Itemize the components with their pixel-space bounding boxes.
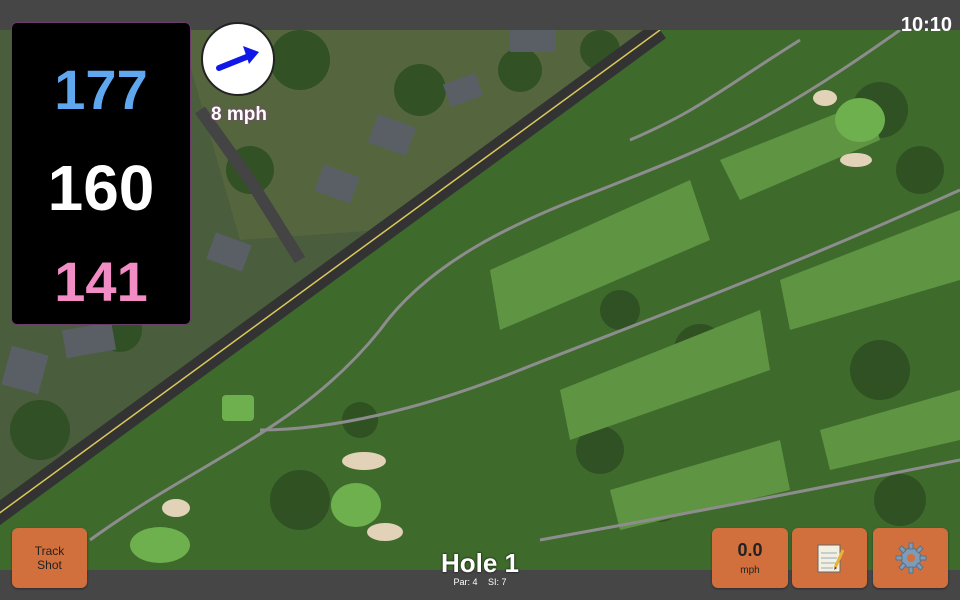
yardage-panel: 177 160 141 bbox=[11, 22, 191, 325]
front-yardage: 141 bbox=[54, 250, 148, 313]
hole-title: Hole 1 bbox=[440, 548, 520, 578]
gear-icon bbox=[895, 542, 926, 574]
track-shot-label-line1: Track bbox=[34, 544, 65, 558]
track-shot-label-line2: Shot bbox=[37, 558, 62, 572]
clock: 10:10 bbox=[900, 14, 952, 36]
wind-speed-label: 8 mph bbox=[211, 104, 267, 125]
wind-indicator bbox=[201, 22, 275, 96]
hole-par: Par: 4 bbox=[453, 577, 478, 587]
wind-arrow-icon bbox=[216, 46, 259, 71]
speed-unit: mph bbox=[740, 565, 760, 576]
track-shot-button[interactable]: Track Shot bbox=[12, 528, 87, 588]
middle-yardage: 160 bbox=[47, 152, 155, 224]
notepad-icon bbox=[817, 544, 844, 573]
back-yardage: 177 bbox=[54, 58, 148, 121]
hole-stroke-index: SI: 7 bbox=[488, 577, 507, 587]
settings-button[interactable] bbox=[873, 528, 948, 588]
speed-value: 0.0 bbox=[737, 540, 763, 560]
hole-info: Hole 1 Par: 4 SI: 7 bbox=[400, 548, 560, 587]
hole-details: Par: 4 SI: 7 bbox=[400, 577, 560, 587]
notes-button[interactable] bbox=[792, 528, 867, 588]
speed-button[interactable]: 0.0 mph bbox=[712, 528, 788, 588]
